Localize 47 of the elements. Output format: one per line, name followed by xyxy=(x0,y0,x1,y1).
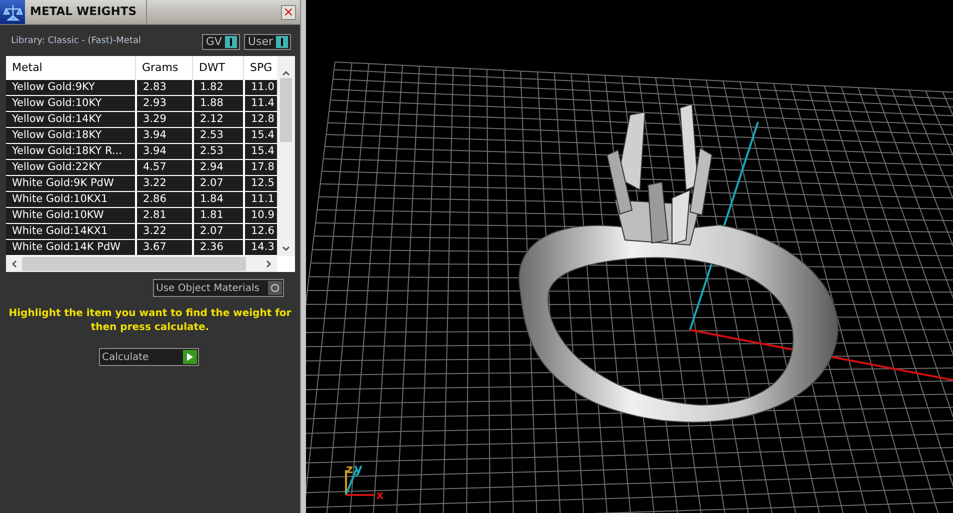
scroll-right-icon[interactable] xyxy=(266,260,272,268)
table-cell-text: Yellow Gold:14KY xyxy=(11,112,103,127)
table-row[interactable]: Yellow Gold:18KY R... 3.94 2.53 15.4 xyxy=(6,144,277,160)
table-row[interactable]: Yellow Gold:9KY 2.83 1.82 11.0 xyxy=(6,80,277,96)
table-row[interactable]: Yellow Gold:22KY 4.57 2.94 17.8 xyxy=(6,160,277,176)
table-row[interactable]: White Gold:14KX1 3.22 2.07 12.6 xyxy=(6,224,277,240)
scroll-left-icon[interactable] xyxy=(11,260,17,268)
table-row[interactable]: White Gold:10KW 2.81 1.81 10.9 xyxy=(6,208,277,224)
table-cell-text: White Gold:10KW xyxy=(11,208,105,223)
column-header[interactable]: Metal xyxy=(6,56,135,80)
vertical-scrollbar[interactable] xyxy=(277,56,295,256)
table-cell-text: Yellow Gold:18KY xyxy=(11,128,103,143)
toggle-switch[interactable]: User xyxy=(244,34,291,50)
balance-scale-icon xyxy=(0,0,25,24)
scrollbar-thumb[interactable] xyxy=(22,257,246,271)
table-row[interactable]: White Gold:10KX1 2.86 1.84 11.1 xyxy=(6,192,277,208)
use-object-materials-toggle[interactable]: Use Object Materials xyxy=(153,279,284,297)
close-button[interactable]: × xyxy=(281,4,296,20)
toggle-indicator-icon xyxy=(276,36,288,48)
z-axis-label: z xyxy=(346,463,353,475)
table-cell-text: White Gold:10KX1 xyxy=(11,192,109,207)
scrollbar-thumb[interactable] xyxy=(280,78,292,142)
radio-indicator-icon xyxy=(268,281,282,295)
scroll-down-icon[interactable] xyxy=(282,246,290,252)
y-axis-label: y xyxy=(354,463,362,476)
table-cell-text: Yellow Gold:18KY R... xyxy=(11,144,123,159)
toggle-switch[interactable]: GV xyxy=(202,34,240,50)
play-icon xyxy=(183,350,197,364)
table-cell-text: White Gold:14KX1 xyxy=(11,224,109,239)
horizontal-scrollbar[interactable] xyxy=(6,256,277,272)
table-row[interactable]: White Gold:9K PdW 3.22 2.07 12.5 xyxy=(6,176,277,192)
calculate-button[interactable]: Calculate xyxy=(99,348,199,366)
table-cell-text: White Gold:14K PdW xyxy=(11,240,122,255)
table-cell-text: Yellow Gold:22KY xyxy=(11,160,103,175)
table-row[interactable]: Yellow Gold:18KY 3.94 2.53 15.4 xyxy=(6,128,277,144)
table-cell-text: Yellow Gold:9KY xyxy=(11,80,96,95)
table-row[interactable]: Yellow Gold:14KY 3.29 2.12 12.8 xyxy=(6,112,277,128)
toggle-indicator-icon xyxy=(224,36,237,48)
x-axis-label: x xyxy=(376,489,384,501)
3d-viewport[interactable]: zy x xyxy=(306,0,953,513)
library-label: Library: Classic - (Fast)-Metal xyxy=(11,35,142,48)
instruction-text: Highlight the item you want to find the weight for then press calculate. xyxy=(8,307,292,335)
table-cell-text: Yellow Gold:10KY xyxy=(11,96,103,111)
table-row[interactable]: White Gold:14K PdW 3.67 2.36 14.3 xyxy=(6,240,277,256)
table-row[interactable]: Yellow Gold:10KY 2.93 1.88 11.4 xyxy=(6,96,277,112)
table-cell-text: White Gold:9K PdW xyxy=(11,176,115,191)
window-title: METAL WEIGHTS xyxy=(25,0,147,24)
